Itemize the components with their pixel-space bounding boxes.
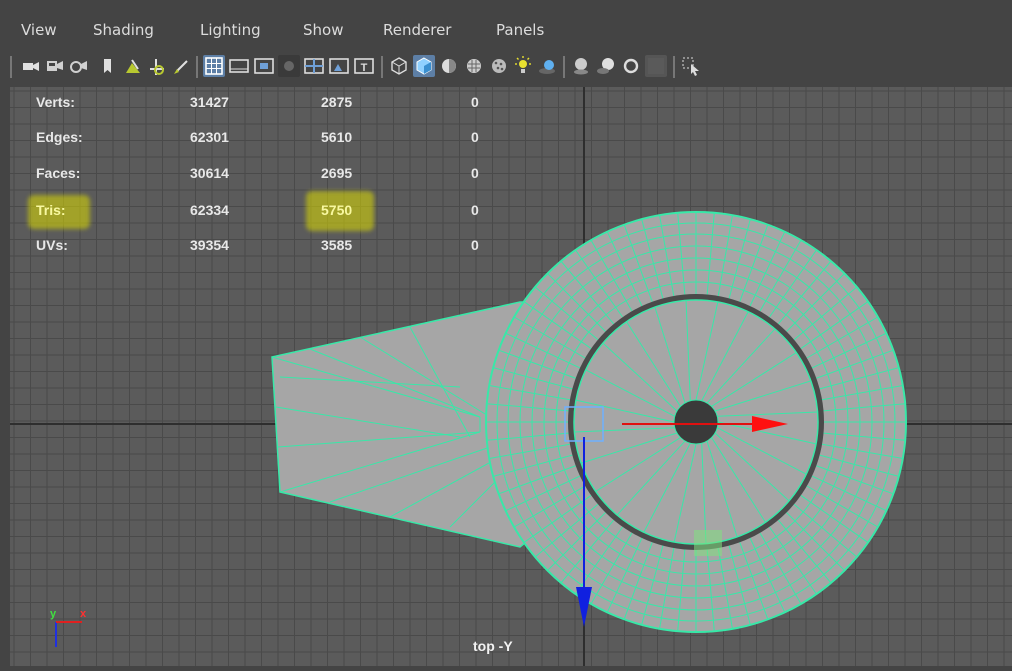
stat-total: 62334 [190,202,229,218]
gizmo-x-label: x [80,608,87,620]
safe-title-icon[interactable]: T [353,55,375,77]
stat-total: 31427 [190,94,229,110]
maya-viewport-panel: View Shading Lighting Show Renderer Pane… [0,0,1012,671]
toolbar-separator [196,56,198,78]
stat-extra: 0 [471,237,479,253]
transform-icon[interactable] [146,55,168,77]
stat-total: 39354 [190,237,229,253]
wheel-mesh[interactable] [485,211,907,633]
panel-toolbar: T [0,49,1012,85]
depth-of-field-icon[interactable] [620,55,642,77]
stat-selected: 5750 [321,202,353,218]
menu-lighting[interactable]: Lighting [200,21,261,39]
svg-text:T: T [361,62,368,74]
camera-lock-icon[interactable] [68,55,90,77]
stat-selected: 5610 [321,129,353,145]
safe-action-icon[interactable] [328,55,350,77]
toolbar-separator [381,56,383,78]
stat-extra: 0 [471,94,479,110]
gizmo-y-label: y [50,608,57,620]
shadows-icon[interactable] [512,55,534,77]
paint-icon[interactable] [170,55,192,77]
stat-total: 30614 [190,165,229,181]
menu-panels[interactable]: Panels [496,21,544,39]
camera-attributes-icon[interactable] [44,55,66,77]
film-gate-icon[interactable] [228,55,250,77]
camera-name-label: top -Y [473,638,513,654]
grid-icon[interactable] [203,55,225,77]
plane-handle [694,530,722,556]
toolbar-separator [673,56,675,78]
gate-mask-icon[interactable] [278,55,300,77]
camera-icon[interactable] [20,55,42,77]
toolbar-separator [10,56,12,78]
bookmark-icon[interactable] [96,55,118,77]
xray-icon[interactable] [680,55,702,77]
wireframe-icon[interactable] [388,55,410,77]
motion-blur-icon[interactable] [570,55,592,77]
isolate-select-icon[interactable] [645,55,667,77]
stat-label: UVs: [36,237,68,253]
image-plane-icon[interactable] [122,55,144,77]
stat-selected: 2695 [321,165,353,181]
menu-show[interactable]: Show [303,21,343,39]
use-lights-icon[interactable] [488,55,510,77]
stat-selected: 3585 [321,237,353,253]
toolbar-separator [563,56,565,78]
default-material-icon[interactable] [438,55,460,77]
stat-total: 62301 [190,129,229,145]
stat-extra: 0 [471,129,479,145]
panel-menu-bar: View Shading Lighting Show Renderer Pane… [0,0,1012,42]
anti-aliasing-icon[interactable] [595,55,617,77]
stat-label: Faces: [36,165,81,181]
stat-label: Tris: [36,202,66,218]
textured-icon[interactable] [463,55,485,77]
viewport-canvas: y x [10,87,1012,666]
stat-extra: 0 [471,202,479,218]
ambient-occlusion-icon[interactable] [536,55,558,77]
menu-shading[interactable]: Shading [93,21,154,39]
stat-extra: 0 [471,165,479,181]
viewport-3d[interactable]: y x Verts: 31427 2875 0 Edges: 62301 561… [10,87,1012,666]
stat-label: Verts: [36,94,75,110]
stat-selected: 2875 [321,94,353,110]
resolution-gate-icon[interactable] [253,55,275,77]
field-chart-icon[interactable] [303,55,325,77]
smooth-shade-icon[interactable] [413,55,435,77]
stat-label: Edges: [36,129,83,145]
menu-view[interactable]: View [21,21,57,39]
menu-renderer[interactable]: Renderer [383,21,451,39]
